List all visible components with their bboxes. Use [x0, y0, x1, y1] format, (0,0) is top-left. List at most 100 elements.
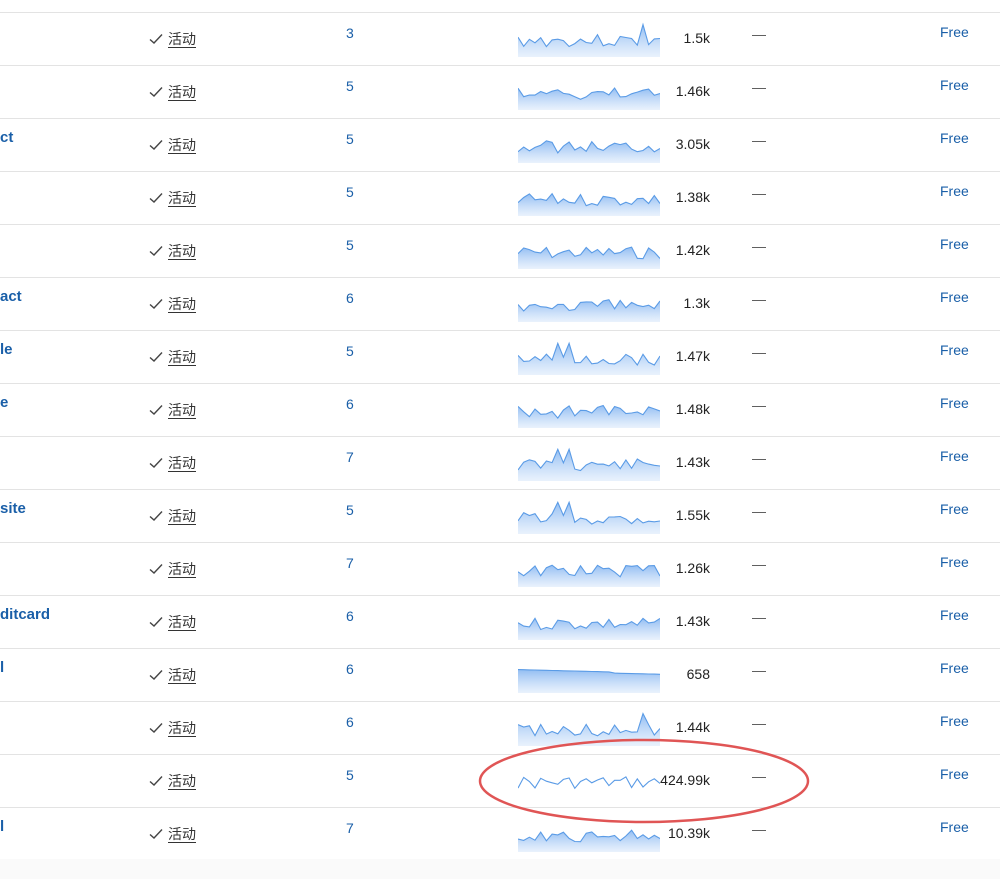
- plan-link[interactable]: Free: [940, 501, 969, 517]
- plan-link[interactable]: Free: [940, 24, 969, 40]
- record-count-link[interactable]: 7: [346, 449, 354, 465]
- domain-name-link[interactable]: l: [0, 818, 4, 835]
- record-count-link[interactable]: 7: [346, 555, 354, 571]
- empty-cell-dash: —: [752, 450, 766, 466]
- table-bottom-area: [0, 859, 1000, 879]
- record-count-link[interactable]: 5: [346, 237, 354, 253]
- record-count-link[interactable]: 6: [346, 608, 354, 624]
- record-count-link[interactable]: 5: [346, 767, 354, 783]
- traffic-sparkline: [518, 87, 660, 110]
- plan-link[interactable]: Free: [940, 819, 969, 835]
- status-link[interactable]: 活动: [168, 82, 196, 102]
- empty-cell-dash: —: [752, 662, 766, 678]
- status-cell: 活动: [148, 294, 196, 314]
- domain-name-link[interactable]: l: [0, 659, 4, 676]
- table-row: ct 活动 5 3.05k — Free: [0, 119, 1000, 172]
- empty-cell-dash: —: [752, 503, 766, 519]
- checkmark-icon: [149, 193, 163, 203]
- status-cell: 活动: [148, 347, 196, 367]
- domain-name-link[interactable]: e: [0, 394, 8, 411]
- traffic-sparkline: [518, 829, 660, 852]
- record-count-link[interactable]: 3: [346, 25, 354, 41]
- status-link[interactable]: 活动: [168, 771, 196, 791]
- plan-link[interactable]: Free: [940, 607, 969, 623]
- status-link[interactable]: 活动: [168, 347, 196, 367]
- status-link[interactable]: 活动: [168, 824, 196, 844]
- status-link[interactable]: 活动: [168, 612, 196, 632]
- checkmark-icon: [149, 352, 163, 362]
- traffic-sparkline: [518, 22, 660, 57]
- traffic-sparkline: [518, 192, 660, 216]
- plan-link[interactable]: Free: [940, 448, 969, 464]
- plan-link[interactable]: Free: [940, 342, 969, 358]
- status-link[interactable]: 活动: [168, 29, 196, 49]
- traffic-sparkline: [518, 776, 660, 790]
- record-count-link[interactable]: 6: [346, 396, 354, 412]
- plan-link[interactable]: Free: [940, 77, 969, 93]
- domain-name-link[interactable]: site: [0, 500, 26, 517]
- checkmark-icon: [149, 723, 163, 733]
- table-row: 活动 5 1.38k — Free: [0, 172, 1000, 225]
- empty-cell-dash: —: [752, 609, 766, 625]
- status-link[interactable]: 活动: [168, 188, 196, 208]
- empty-cell-dash: —: [752, 715, 766, 731]
- record-count-link[interactable]: 6: [346, 290, 354, 306]
- table-row: 活动 3 1.5k — Free: [0, 13, 1000, 66]
- table-row: ditcard 活动 6 1.43k — Free: [0, 596, 1000, 649]
- domain-name-link[interactable]: act: [0, 288, 22, 305]
- traffic-value: 424.99k: [660, 772, 710, 788]
- status-link[interactable]: 活动: [168, 241, 196, 261]
- domain-name-link[interactable]: ditcard: [0, 606, 50, 623]
- traffic-sparkline: [518, 564, 660, 587]
- table-row: 活动 5 1.46k — Free: [0, 66, 1000, 119]
- status-link[interactable]: 活动: [168, 559, 196, 579]
- traffic-value: 1.55k: [675, 507, 710, 523]
- plan-link[interactable]: Free: [940, 660, 969, 676]
- status-cell: 活动: [148, 824, 196, 844]
- status-link[interactable]: 活动: [168, 400, 196, 420]
- plan-link[interactable]: Free: [940, 130, 969, 146]
- status-link[interactable]: 活动: [168, 506, 196, 526]
- status-link[interactable]: 活动: [168, 718, 196, 738]
- status-link[interactable]: 活动: [168, 135, 196, 155]
- traffic-sparkline: [518, 140, 660, 163]
- empty-cell-dash: —: [752, 397, 766, 413]
- domain-name-link[interactable]: ct: [0, 129, 13, 146]
- checkmark-icon: [149, 140, 163, 150]
- domain-name-link[interactable]: le: [0, 341, 13, 358]
- plan-link[interactable]: Free: [940, 766, 969, 782]
- plan-link[interactable]: Free: [940, 713, 969, 729]
- traffic-sparkline: [518, 712, 660, 746]
- plan-link[interactable]: Free: [940, 236, 969, 252]
- plan-link[interactable]: Free: [940, 554, 969, 570]
- record-count-link[interactable]: 5: [346, 343, 354, 359]
- empty-cell-dash: —: [752, 26, 766, 42]
- status-cell: 活动: [148, 135, 196, 155]
- plan-link[interactable]: Free: [940, 395, 969, 411]
- traffic-value: 1.43k: [675, 454, 710, 470]
- status-cell: 活动: [148, 453, 196, 473]
- table-row: 活动 5 424.99k — Free: [0, 755, 1000, 808]
- traffic-sparkline: [518, 246, 660, 269]
- status-cell: 活动: [148, 82, 196, 102]
- record-count-link[interactable]: 5: [346, 502, 354, 518]
- traffic-value: 658: [686, 666, 710, 682]
- record-count-link[interactable]: 7: [346, 820, 354, 836]
- record-count-link[interactable]: 5: [346, 131, 354, 147]
- plan-link[interactable]: Free: [940, 289, 969, 305]
- plan-link[interactable]: Free: [940, 183, 969, 199]
- status-link[interactable]: 活动: [168, 665, 196, 685]
- table-row: act 活动 6 1.3k — Free: [0, 278, 1000, 331]
- status-link[interactable]: 活动: [168, 294, 196, 314]
- record-count-link[interactable]: 5: [346, 184, 354, 200]
- record-count-link[interactable]: 6: [346, 714, 354, 730]
- empty-cell-dash: —: [752, 132, 766, 148]
- checkmark-icon: [149, 564, 163, 574]
- status-link[interactable]: 活动: [168, 453, 196, 473]
- traffic-sparkline: [518, 447, 660, 481]
- record-count-link[interactable]: 6: [346, 661, 354, 677]
- record-count-link[interactable]: 5: [346, 78, 354, 94]
- checkmark-icon: [149, 776, 163, 786]
- traffic-value: 10.39k: [667, 825, 710, 841]
- traffic-sparkline: [518, 299, 660, 322]
